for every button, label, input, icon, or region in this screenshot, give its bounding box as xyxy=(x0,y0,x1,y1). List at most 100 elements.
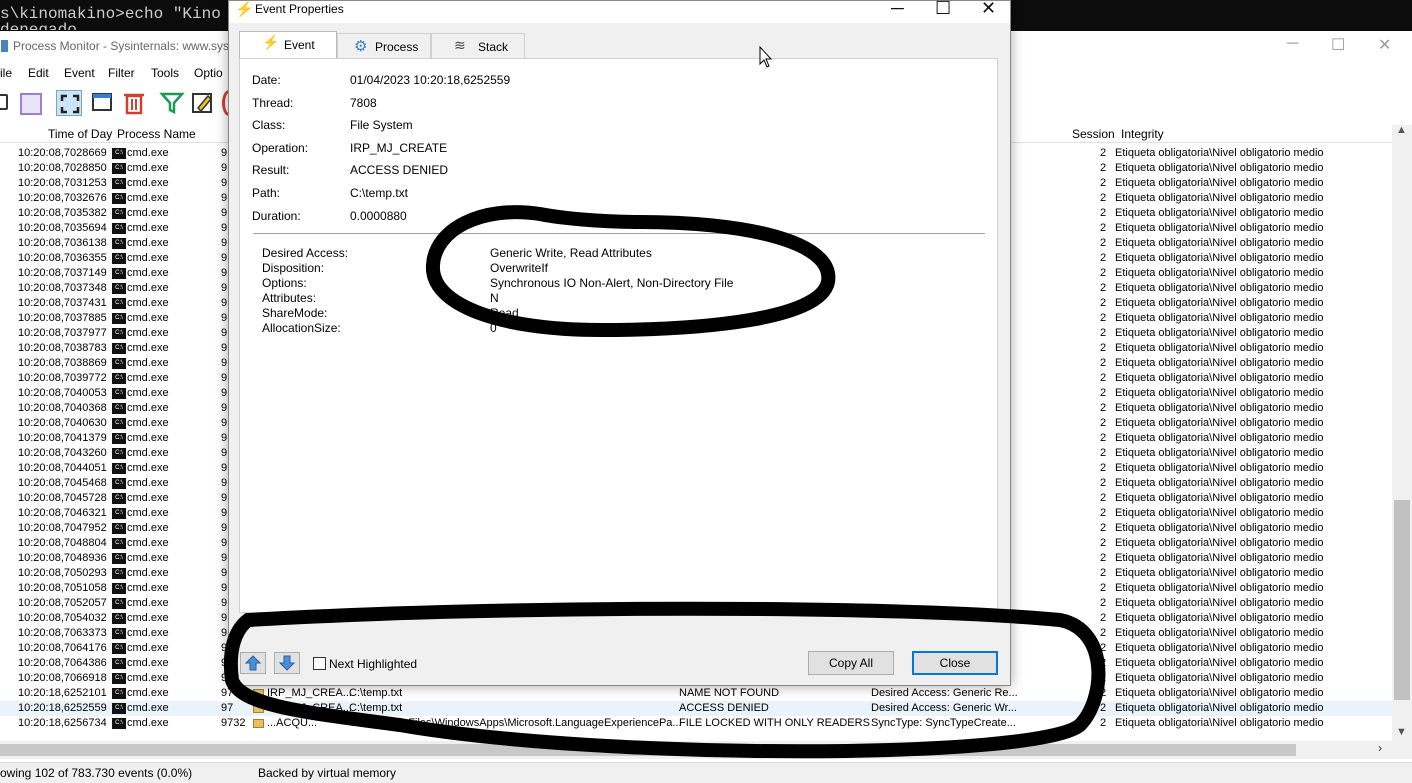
clear-icon[interactable] xyxy=(121,90,147,116)
previous-event-button[interactable] xyxy=(240,652,266,674)
cell-pid: 9 xyxy=(221,342,228,354)
cell-operation: IRP_MJ_CREA... xyxy=(267,702,352,714)
cell-time: 10:20:08,7043260 xyxy=(18,447,107,459)
cmd-icon: C:\ xyxy=(112,673,126,684)
detail-label: ShareMode: xyxy=(262,306,328,320)
cell-session: 2 xyxy=(1100,177,1107,189)
cmd-icon: C:\ xyxy=(112,193,126,204)
cell-session: 2 xyxy=(1100,402,1107,414)
capture-icon[interactable] xyxy=(56,90,82,116)
cell-time: 10:20:08,7044051 xyxy=(18,462,107,474)
scroll-right-icon[interactable]: › xyxy=(1378,741,1382,755)
cell-process-name: cmd.exe xyxy=(127,687,169,699)
maximize-icon[interactable]: ☐ xyxy=(1331,35,1345,55)
scroll-down-icon[interactable]: ▼ xyxy=(1396,726,1407,738)
cmd-icon: C:\ xyxy=(112,508,126,519)
cell-time: 10:20:08,7052057 xyxy=(18,597,107,609)
table-row[interactable]: C:\ cmd.exe 10:20:18,6252101 97 IRP_MJ_CREA.… xyxy=(0,686,1392,701)
menu-edit[interactable]: Edit xyxy=(28,66,49,80)
cell-integrity: Etiqueta obligatoria\Nivel obligatorio m… xyxy=(1115,357,1324,369)
cell-session: 2 xyxy=(1100,357,1107,369)
dialog-titlebar: ⚡ Event Properties ─ ☐ ✕ xyxy=(229,0,1010,23)
cell-pid: 9 xyxy=(221,177,228,189)
scroll-up-icon[interactable]: ▲ xyxy=(1396,124,1407,136)
menu-event[interactable]: Event xyxy=(64,66,95,80)
vertical-scroll-thumb[interactable] xyxy=(1394,500,1410,700)
cell-session: 2 xyxy=(1100,462,1107,474)
cell-time: 10:20:08,7031253 xyxy=(18,177,107,189)
next-event-button[interactable] xyxy=(274,652,300,674)
save-icon[interactable] xyxy=(20,93,42,115)
cell-integrity: Etiqueta obligatoria\Nivel obligatorio m… xyxy=(1115,192,1324,204)
dialog-close-icon[interactable]: ✕ xyxy=(981,0,996,19)
cmd-icon: C:\ xyxy=(112,388,126,399)
open-icon[interactable] xyxy=(0,94,8,110)
event-properties-dialog: ⚡ Event Properties ─ ☐ ✕ ⚡ Event ⚙ Proce… xyxy=(228,0,1011,686)
cmd-icon: C:\ xyxy=(112,463,126,474)
next-highlighted-checkbox[interactable] xyxy=(313,657,326,670)
cell-integrity: Etiqueta obligatoria\Nivel obligatorio m… xyxy=(1115,642,1324,654)
tab-process[interactable]: ⚙ Process xyxy=(337,33,431,59)
copy-all-button[interactable]: Copy All xyxy=(808,651,894,675)
column-process-name[interactable]: Process Name xyxy=(117,127,196,141)
cmd-icon: C:\ xyxy=(112,433,126,444)
cell-integrity: Etiqueta obligatoria\Nivel obligatorio m… xyxy=(1115,282,1324,294)
cell-integrity: Etiqueta obligatoria\Nivel obligatorio m… xyxy=(1115,567,1324,579)
cmd-icon: C:\ xyxy=(112,613,126,624)
dialog-maximize-icon[interactable]: ☐ xyxy=(935,0,951,19)
cell-pid: 9 xyxy=(221,237,228,249)
detail-value: 0 xyxy=(490,321,497,335)
tab-stack[interactable]: ≋ Stack xyxy=(431,33,525,59)
autoscroll-icon[interactable] xyxy=(90,90,116,116)
highlight-icon[interactable] xyxy=(190,90,216,116)
menu-options[interactable]: Optio xyxy=(194,66,223,80)
gear-icon: ⚙ xyxy=(354,38,368,55)
cell-session: 2 xyxy=(1100,657,1107,669)
cell-path: C:\temp.txt xyxy=(349,687,403,699)
cmd-icon: C:\ xyxy=(112,238,126,249)
cell-session: 2 xyxy=(1100,567,1107,579)
menu-filter[interactable]: Filter xyxy=(108,66,135,80)
tab-event[interactable]: ⚡ Event xyxy=(239,31,337,59)
column-integrity[interactable]: Integrity xyxy=(1121,127,1164,141)
table-row[interactable]: C:\ cmd.exe 10:20:18,6256734 9732 ...ACQU...… xyxy=(0,716,1392,731)
cell-process-name: cmd.exe xyxy=(127,462,169,474)
cell-integrity: Etiqueta obligatoria\Nivel obligatorio m… xyxy=(1115,297,1324,309)
cell-integrity: Etiqueta obligatoria\Nivel obligatorio m… xyxy=(1115,237,1324,249)
table-row[interactable]: C:\ cmd.exe 10:20:18,6252559 97 IRP_MJ_CREA.… xyxy=(0,701,1392,716)
column-session[interactable]: Session xyxy=(1072,127,1115,141)
minimize-icon[interactable]: ─ xyxy=(1287,35,1298,53)
menu-file[interactable]: ile xyxy=(0,66,12,80)
close-button[interactable]: Close xyxy=(912,651,998,675)
close-icon[interactable]: ✕ xyxy=(1378,35,1391,55)
filter-icon[interactable] xyxy=(159,90,185,116)
cell-pid: 9 xyxy=(221,447,228,459)
cmd-icon: C:\ xyxy=(112,163,126,174)
cell-time: 10:20:08,7037149 xyxy=(18,267,107,279)
cmd-icon: C:\ xyxy=(112,523,126,534)
cell-time: 10:20:08,7040053 xyxy=(18,387,107,399)
cell-time: 10:20:08,7064176 xyxy=(18,642,107,654)
cell-process-name: cmd.exe xyxy=(127,342,169,354)
next-highlighted-label[interactable]: Next Highlighted xyxy=(329,657,417,671)
cmd-icon: C:\ xyxy=(112,493,126,504)
column-time-of-day[interactable]: Time of Day xyxy=(48,127,112,141)
cell-session: 2 xyxy=(1100,192,1107,204)
cell-time: 10:20:08,7045468 xyxy=(18,477,107,489)
cell-pid: 9 xyxy=(221,207,228,219)
cell-process-name: cmd.exe xyxy=(127,582,169,594)
cell-time: 10:20:08,7035694 xyxy=(18,222,107,234)
cell-session: 2 xyxy=(1100,342,1107,354)
horizontal-scroll-thumb[interactable] xyxy=(0,744,1296,756)
menu-tools[interactable]: Tools xyxy=(151,66,179,80)
cell-result: FILE LOCKED WITH ONLY READERS xyxy=(679,717,870,729)
field-label: Path: xyxy=(252,186,281,200)
cmd-icon: C:\ xyxy=(112,178,126,189)
cell-process-name: cmd.exe xyxy=(127,522,169,534)
cell-integrity: Etiqueta obligatoria\Nivel obligatorio m… xyxy=(1115,522,1324,534)
cell-session: 2 xyxy=(1100,207,1107,219)
dialog-minimize-icon[interactable]: ─ xyxy=(891,0,904,19)
cell-process-name: cmd.exe xyxy=(127,657,169,669)
cell-process-name: cmd.exe xyxy=(127,147,169,159)
cmd-icon: C:\ xyxy=(112,718,126,729)
